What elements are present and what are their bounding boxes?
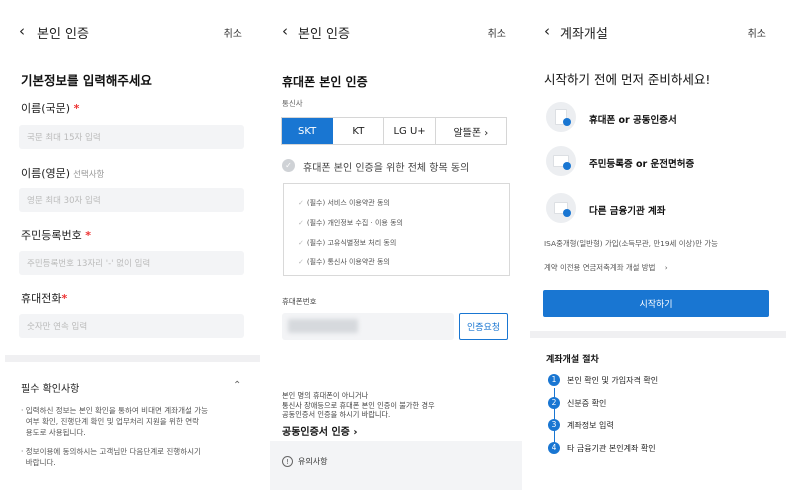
header-title: 본인 인증	[298, 27, 350, 42]
agreement-item[interactable]: ✓ (필수) 고유식별정보 처리 동의	[298, 238, 396, 248]
header: ‹ 본인 인증 취소	[5, 22, 260, 42]
cancel-button[interactable]: 취소	[488, 25, 506, 40]
prep-item: 다른 금융기관 계좌	[589, 206, 666, 217]
carrier-option-kt[interactable]: KT	[333, 118, 385, 144]
carrier-label: 통신사	[282, 99, 303, 108]
step-label: 신분증 확인	[567, 399, 607, 408]
header: ‹ 본인 인증 취소	[270, 22, 522, 42]
header: ‹ 계좌개설 취소	[530, 22, 786, 42]
section-divider	[530, 331, 786, 338]
bank-account-icon	[546, 193, 576, 223]
step-number: 3	[548, 419, 560, 431]
checkmark-icon[interactable]: ✓	[282, 159, 295, 172]
name-en-input[interactable]: 영문 최대 30자 입력	[19, 188, 244, 212]
carrier-option-lgu[interactable]: LG U+	[384, 118, 436, 144]
info-icon: !	[282, 456, 293, 467]
basic-info-panel: ‹ 본인 인증 취소 기본정보를 입력해주세요 이름(국문) * 국문 최대 1…	[5, 0, 260, 490]
cancel-button[interactable]: 취소	[748, 25, 766, 40]
step-number: 4	[548, 442, 560, 454]
page-heading: 휴대폰 본인 인증	[282, 75, 368, 89]
account-open-panel: ‹ 계좌개설 취소 시작하기 전에 먼저 준비하세요! 휴대폰 or 공동인증서…	[530, 0, 786, 490]
cancel-button[interactable]: 취소	[224, 25, 242, 40]
name-ko-label: 이름(국문) *	[21, 102, 80, 115]
id-card-icon	[546, 146, 576, 176]
footnote: 본인 명의 휴대폰이 아니거나 통신사 장애등으로 휴대폰 본인 인증이 불가한…	[282, 391, 435, 419]
phone-auth-panel: ‹ 본인 인증 취소 휴대폰 본인 인증 통신사 SKT KT LG U+ 알뜰…	[270, 0, 522, 490]
step-label: 본인 확인 및 가입자격 확인	[567, 376, 659, 385]
caution-label[interactable]: 유의사항	[298, 456, 327, 467]
phone-icon	[546, 102, 576, 132]
header-title: 본인 인증	[37, 27, 89, 42]
agreement-item[interactable]: ✓ (필수) 개인정보 수집 · 이용 동의	[298, 218, 403, 228]
required-mark: *	[73, 102, 80, 115]
masked-value	[288, 319, 358, 333]
agree-all-label[interactable]: 휴대폰 본인 인증을 위한 전체 항목 동의	[303, 159, 469, 174]
carrier-option-skt[interactable]: SKT	[282, 118, 334, 144]
phone-number-label: 휴대폰번호	[282, 297, 317, 306]
step-number: 2	[548, 397, 560, 409]
agreement-item[interactable]: ✓ (필수) 통신사 이용약관 동의	[298, 257, 390, 267]
phone-input[interactable]: 숫자만 연속 입력	[19, 314, 244, 338]
rrn-label: 주민등록번호 *	[21, 229, 91, 242]
step-label: 타 금융기관 본인계좌 확인	[567, 444, 656, 453]
prep-item: 주민등록증 or 운전면허증	[589, 159, 695, 170]
notice-title: 필수 확인사항	[21, 384, 80, 395]
page-heading: 기본정보를 입력해주세요	[21, 73, 152, 88]
steps-title: 계좌개설 절차	[546, 355, 599, 365]
agreement-list: ✓ (필수) 서비스 이용약관 동의 ✓ (필수) 개인정보 수집 · 이용 동의 …	[283, 183, 510, 276]
caution-section: ! 유의사항	[270, 441, 522, 490]
rrn-input[interactable]: 주민등록번호 13자리 '-' 없이 입력	[19, 251, 244, 275]
certificate-auth-link[interactable]: 공동인증서 인증 ›	[282, 423, 357, 438]
agreement-item[interactable]: ✓ (필수) 서비스 이용약관 동의	[298, 198, 390, 208]
request-verification-button[interactable]: 인증요청	[459, 313, 508, 340]
back-icon[interactable]: ‹	[19, 22, 25, 40]
back-icon[interactable]: ‹	[282, 22, 288, 40]
name-en-label: 이름(영문) 선택사항	[21, 167, 105, 180]
back-icon[interactable]: ‹	[544, 22, 550, 40]
check-icon: ✓	[298, 258, 304, 266]
phone-number-input[interactable]	[282, 313, 454, 340]
step-label: 계좌정보 입력	[567, 421, 614, 430]
phone-label: 휴대전화*	[21, 292, 68, 305]
check-icon: ✓	[298, 239, 304, 247]
check-icon: ✓	[298, 199, 304, 207]
notice-item: · 정보이용에 동의하시는 고객님만 다음단계로 진행하시기 바랍니다.	[21, 447, 201, 467]
notice-item: · 입력하신 정보는 본인 확인을 통하여 비대면 계좌개설 가능 여부 확인,…	[21, 406, 209, 437]
step-number: 1	[548, 374, 560, 386]
isa-note: ISA중개형(일반형) 가입(소득무관, 만19세 이상)만 가능	[544, 239, 718, 248]
carrier-option-mvno[interactable]: 알뜰폰 ›	[436, 118, 506, 144]
header-title: 계좌개설	[560, 27, 608, 42]
name-ko-input[interactable]: 국문 최대 15자 입력	[19, 125, 244, 149]
pension-transfer-link[interactable]: 계약 이전용 연금저축계좌 개설 방법 ›	[544, 262, 668, 273]
start-button[interactable]: 시작하기	[543, 290, 769, 317]
page-heading: 시작하기 전에 먼저 준비하세요!	[544, 72, 711, 87]
carrier-selector: SKT KT LG U+ 알뜰폰 ›	[281, 117, 507, 145]
chevron-up-icon[interactable]: ⌃	[233, 380, 241, 391]
section-divider	[5, 355, 260, 362]
prep-item: 휴대폰 or 공동인증서	[589, 115, 677, 126]
check-icon: ✓	[298, 219, 304, 227]
